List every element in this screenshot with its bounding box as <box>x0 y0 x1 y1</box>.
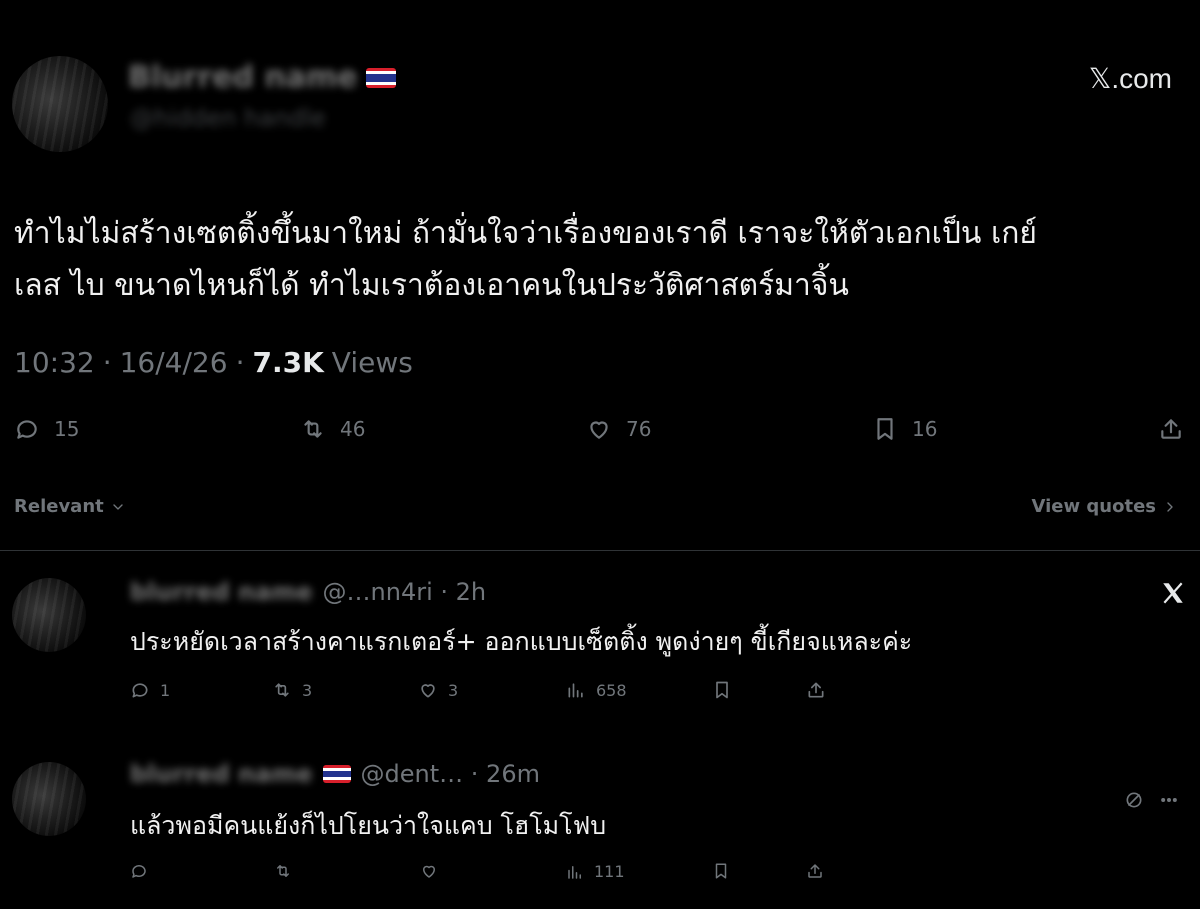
tweet-time[interactable]: 10:32 <box>14 346 95 379</box>
bookmark-icon <box>715 863 727 879</box>
reply-reply-button[interactable]: 1 <box>130 680 170 700</box>
reply-avatar[interactable] <box>12 762 86 836</box>
reply-author-name[interactable]: blurred name <box>130 760 313 788</box>
share-icon <box>808 864 822 878</box>
reply-repost-button[interactable] <box>274 862 302 880</box>
tweet-meta: 10:32 · 16/4/26 · 7.3K Views <box>14 346 413 379</box>
reply-like-button[interactable]: 3 <box>418 680 458 700</box>
meta-separator: · <box>235 346 245 379</box>
repost-count: 46 <box>340 417 366 441</box>
reply-reply-count: 1 <box>160 680 171 700</box>
views-label: Views <box>331 346 413 379</box>
repost-icon <box>275 683 289 697</box>
tweet-text-line-1: ทำไมไม่สร้างเซตติ้งขึ้นมาใหม่ ถ้ามั่นใจว… <box>14 216 1037 251</box>
reply-corner-icon[interactable] <box>1124 790 1180 810</box>
reply-share-button[interactable] <box>806 680 826 700</box>
author-name-row: Blurred name <box>128 60 396 95</box>
chevron-right-icon <box>1167 501 1173 512</box>
reply-like-button[interactable] <box>420 862 448 880</box>
views-chart-icon <box>568 683 583 698</box>
tweet-text: ทำไมไม่สร้างเซตติ้งขึ้นมาใหม่ ถ้ามั่นใจว… <box>14 208 1194 312</box>
views-count: 7.3K <box>252 346 324 379</box>
divider <box>0 550 1200 551</box>
bookmark-button[interactable]: 16 <box>872 416 937 442</box>
reply-views-button[interactable]: 658 <box>566 680 627 700</box>
reply-views-button[interactable]: 111 <box>566 862 625 881</box>
share-icon <box>808 682 824 698</box>
reply-icon <box>17 420 37 439</box>
view-quotes-label: View quotes <box>1031 496 1156 517</box>
reply-text: แล้วพอมีคนแย้งก็ไปโยนว่าใจแคบ โฮโมโฟบ <box>130 811 607 840</box>
like-icon <box>421 684 435 698</box>
views-chart-icon <box>568 865 581 879</box>
reply-share-button[interactable] <box>806 862 824 880</box>
tweet-date[interactable]: 16/4/26 <box>120 346 228 379</box>
like-icon <box>423 865 435 878</box>
share-icon <box>1161 419 1181 439</box>
reply-reply-button[interactable] <box>130 862 158 880</box>
x-logo-icon <box>1163 582 1183 604</box>
more-icon <box>1161 798 1177 803</box>
thai-flag-icon <box>365 67 396 88</box>
sort-dropdown[interactable]: Relevant <box>14 496 126 517</box>
reply-icon <box>132 683 148 698</box>
author-handle[interactable]: @hidden handle <box>130 104 326 132</box>
meta-separator: · <box>102 346 112 379</box>
bookmark-icon <box>877 418 893 440</box>
reply-avatar[interactable] <box>12 578 86 652</box>
chevron-down-icon <box>113 503 123 510</box>
bookmark-count: 16 <box>912 417 938 441</box>
reply-bookmark-button[interactable] <box>712 862 730 880</box>
reply-corner-icon[interactable] <box>1160 580 1186 606</box>
reply-handle-time[interactable]: @dent… · 26m <box>361 760 540 788</box>
like-count: 76 <box>626 417 652 441</box>
view-quotes-link[interactable]: View quotes <box>1032 496 1178 517</box>
reply-repost-button[interactable]: 3 <box>272 680 312 700</box>
reply-handle-time[interactable]: @…nn4ri · 2h <box>323 578 487 606</box>
reply-icon <box>132 865 146 878</box>
no-entry-icon <box>1126 792 1142 808</box>
like-button[interactable]: 76 <box>586 416 651 442</box>
reply-views-count: 111 <box>594 862 625 881</box>
reply-header: blurred name @…nn4ri · 2h <box>130 578 486 606</box>
like-icon <box>590 421 608 439</box>
bookmark-icon <box>716 681 728 699</box>
share-button[interactable] <box>1158 416 1184 442</box>
repost-icon <box>277 865 289 877</box>
author-avatar[interactable] <box>12 56 108 152</box>
tweet-text-line-2: เลส ไบ ขนาดไหนก็ได้ ทำไมเราต้องเอาคนในปร… <box>14 268 849 303</box>
reply-author-name[interactable]: blurred name <box>130 578 313 606</box>
reply-button[interactable]: 15 <box>14 416 79 442</box>
reply-like-count: 3 <box>448 680 459 700</box>
repost-icon <box>304 420 322 438</box>
x-watermark: 𝕏.com <box>1088 63 1172 94</box>
reply-count: 15 <box>54 417 80 441</box>
reply-header: blurred name @dent… · 26m <box>130 760 540 788</box>
reply-views-count: 658 <box>596 680 627 700</box>
sort-label: Relevant <box>14 496 104 517</box>
reply-text: ประหยัดเวลาสร้างคาแรกเตอร์+ ออกแบบเซ็ตติ… <box>130 627 913 656</box>
reply-repost-count: 3 <box>302 680 313 700</box>
thai-flag-icon <box>322 765 351 783</box>
repost-button[interactable]: 46 <box>300 416 365 442</box>
reply-bookmark-button[interactable] <box>712 680 732 700</box>
author-name[interactable]: Blurred name <box>128 60 358 95</box>
